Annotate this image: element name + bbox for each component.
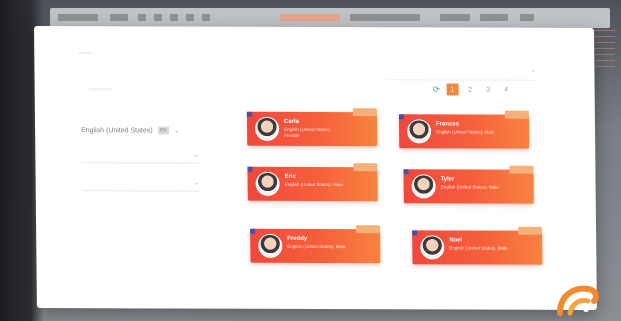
corner-marker: [403, 169, 409, 175]
chevron-down-icon: ⌄: [193, 151, 200, 159]
corner-marker: [398, 114, 404, 120]
corner-marker: [250, 228, 256, 234]
voice-language: English (United States), Male: [287, 243, 346, 250]
avatar: [406, 119, 432, 144]
avatar: [411, 174, 436, 199]
voice-selection-panel: ⌄ English (United States) EN ⌄ ⌄ ⌄ ⟳ 1 2…: [34, 26, 597, 310]
pagination: ⟳ 1 2 3 4: [433, 83, 513, 96]
voice-name: Freddy: [287, 235, 308, 242]
panel-header-line: [78, 52, 93, 55]
chevron-down-icon: ⌄: [173, 127, 180, 135]
voice-name: Noel: [449, 237, 463, 244]
toolbar-item[interactable]: [440, 14, 470, 21]
voice-language: English (United States), Male: [440, 184, 499, 190]
refresh-icon[interactable]: ⟳: [433, 84, 441, 95]
brand-logo-icon: [557, 285, 599, 316]
voice-gender: Female: [284, 132, 300, 138]
voice-name: Eric: [284, 173, 296, 180]
voice-name: Tyler: [440, 176, 455, 183]
chevron-down-icon: ⌄: [193, 179, 200, 187]
toolbar-item[interactable]: [138, 14, 146, 21]
voice-language: English (United States), Male: [436, 129, 495, 135]
toolbar-slider[interactable]: [280, 14, 340, 21]
toolbar-item[interactable]: [350, 14, 420, 21]
style-select[interactable]: ⌄: [81, 176, 200, 192]
voice-language: English (United States): [284, 126, 331, 133]
voice-language: English (United States), Male: [284, 181, 343, 188]
avatar: [255, 171, 280, 196]
language-select[interactable]: English (United States) EN ⌄: [81, 121, 206, 139]
editor-toolbar: [50, 8, 610, 28]
language-select-value: English (United States): [81, 126, 153, 134]
voice-name: Carla: [283, 118, 300, 125]
toolbar-item[interactable]: [186, 14, 194, 21]
voice-tag: [353, 163, 378, 172]
avatar: [420, 235, 445, 260]
toolbar-item[interactable]: [58, 14, 98, 21]
top-dropdown[interactable]: ⌄: [386, 63, 537, 81]
toolbar-item[interactable]: [480, 14, 508, 21]
page-button-3[interactable]: 3: [482, 84, 494, 96]
toolbar-item[interactable]: [520, 14, 534, 21]
voice-tag: [518, 226, 543, 235]
corner-marker: [412, 230, 418, 236]
voice-tag: [356, 225, 381, 234]
toolbar-item[interactable]: [110, 14, 128, 21]
page-button-4[interactable]: 4: [500, 84, 512, 96]
gender-select[interactable]: ⌄: [81, 148, 200, 164]
flag-icon: EN: [157, 126, 169, 135]
avatar: [254, 116, 280, 141]
page-button-2[interactable]: 2: [464, 84, 476, 96]
voice-card[interactable]: Frances English (United States), Male: [398, 110, 530, 149]
toolbar-item[interactable]: [154, 14, 162, 21]
voice-card[interactable]: Tyler English (United States), Male: [403, 165, 534, 204]
toolbar-item[interactable]: [202, 14, 210, 21]
voice-card[interactable]: Noel English (United States), Male: [412, 226, 543, 265]
toolbar-item[interactable]: [170, 14, 178, 21]
corner-marker: [247, 166, 253, 172]
section-label-line: [88, 88, 113, 91]
voice-tag: [509, 165, 534, 174]
chevron-down-icon: ⌄: [530, 66, 537, 74]
page-button-1[interactable]: 1: [446, 83, 459, 96]
voice-language: English (United States), Male: [449, 245, 508, 251]
avatar: [258, 233, 283, 258]
voice-tag: [352, 108, 377, 117]
voice-name: Frances: [435, 121, 460, 128]
voice-card[interactable]: Eric English (United States), Male: [247, 163, 378, 202]
corner-marker: [246, 111, 252, 117]
voice-tag: [504, 110, 529, 119]
voice-card[interactable]: Carla English (United States) Female: [246, 108, 378, 147]
voice-card[interactable]: Freddy English (United States), Male: [250, 225, 381, 264]
